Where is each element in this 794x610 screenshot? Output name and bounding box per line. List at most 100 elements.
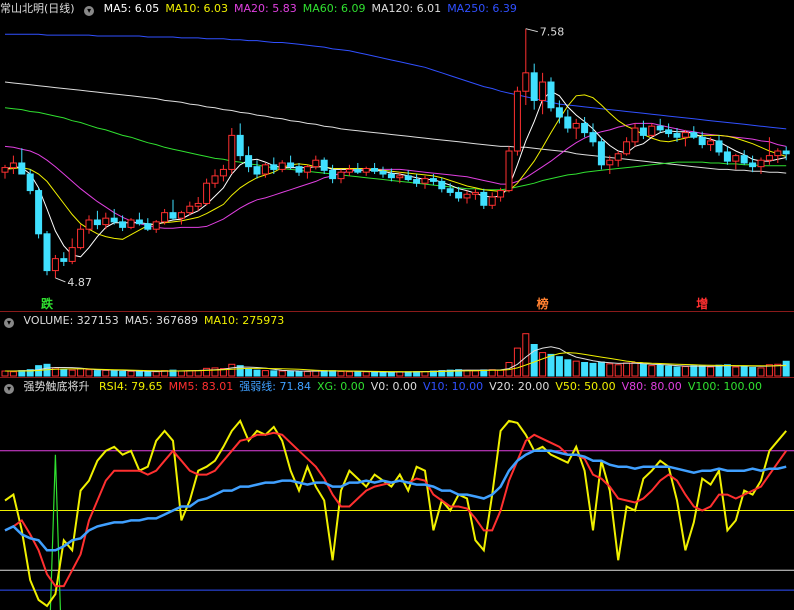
candle-body [774, 150, 782, 157]
low-price-label: 4.87 [67, 276, 92, 289]
volume-bar [623, 362, 631, 377]
candle-body [438, 180, 446, 190]
candle-body [169, 212, 177, 219]
candle-body [228, 134, 236, 170]
volume-header: ▾ VOLUME: 327153 MA5: 367689 MA10: 275973 [0, 313, 794, 329]
volume-bar [354, 371, 362, 377]
signal-marker: 增 [696, 296, 708, 311]
indicator-legend-item: V50: 50.00 [555, 380, 616, 393]
ma-line-ma20 [4, 122, 787, 229]
volume-bar [707, 366, 715, 377]
candle-body [480, 191, 488, 206]
candle-body [497, 190, 505, 198]
candle-body [135, 219, 143, 225]
candle-body [261, 164, 269, 175]
candle-body [597, 141, 605, 166]
candle-body [102, 217, 110, 226]
price-chart: 7.58 4.87 跌 榜 增 [1, 26, 790, 311]
volume-bar [673, 366, 681, 377]
candle-body [723, 151, 731, 162]
chevron-down-icon[interactable]: ▾ [84, 6, 95, 16]
volume-bar [119, 371, 127, 377]
candle-body [581, 122, 589, 134]
volume-bar [1, 370, 9, 377]
candle-body [631, 127, 639, 143]
candle-body [329, 169, 337, 180]
chevron-down-icon[interactable]: ▾ [4, 384, 14, 394]
volume-bar [85, 369, 93, 377]
chevron-down-icon[interactable]: ▾ [4, 318, 14, 328]
ma-legend-item: MA120: 6.01 [371, 2, 442, 15]
candle-body [354, 168, 362, 173]
ma-line-ma250 [5, 33, 787, 130]
candle-body [9, 162, 17, 169]
candle-body [287, 162, 295, 168]
volume-bar [581, 362, 589, 377]
volume-bar [152, 371, 160, 377]
volume-bar [387, 371, 395, 377]
mm5-line [4, 431, 788, 588]
candle-body [547, 81, 555, 109]
candle-body [749, 162, 757, 168]
candle-body [60, 258, 68, 262]
candle-body [665, 129, 673, 135]
candle-body [295, 166, 303, 173]
candle-body [43, 233, 51, 272]
price-header: 常山北明(日线) ▾ MA5: 6.05 MA10: 6.03 MA20: 5.83… [0, 1, 794, 17]
candle-body [572, 122, 580, 129]
candle-body [362, 167, 370, 173]
volume-bar [681, 366, 689, 377]
panel-separator [0, 377, 794, 378]
volume-bar [9, 371, 17, 377]
indicator-legend-item: V80: 80.00 [621, 380, 682, 393]
indicator-items: RSI4: 79.65 MM5: 83.01 强弱线: 71.84 XG: 0.00 V… [99, 380, 768, 393]
candle-body [278, 162, 286, 170]
candle-body [35, 190, 43, 235]
candle-body [18, 162, 26, 175]
candle-body [471, 191, 479, 195]
volume-bar [287, 370, 295, 377]
volume-bar [539, 352, 547, 377]
candle-body [110, 217, 118, 223]
signal-marker: 跌 [41, 296, 54, 311]
volume-bar [757, 367, 765, 377]
volume-bar [723, 364, 731, 377]
candle-body [782, 150, 790, 155]
volume-bar [194, 370, 202, 377]
ma-legend-item: MA5: 6.05 [103, 2, 160, 15]
volume-bar [186, 370, 194, 377]
candle-body [127, 219, 135, 228]
candle-body [690, 132, 698, 138]
candle-body [152, 221, 160, 230]
volume-bar [68, 369, 76, 377]
candle-body [51, 258, 59, 272]
ma-items: MA5: 6.05 MA10: 6.03 MA20: 5.83 MA60: 6.09 M… [104, 2, 523, 15]
candle-body [270, 164, 278, 170]
volume-bar [379, 371, 387, 377]
volume-bar [177, 370, 185, 377]
candle-body [522, 72, 530, 92]
candle-body [505, 150, 513, 192]
volume-bar [732, 366, 740, 377]
candle-body [639, 127, 647, 136]
candle-body [740, 155, 748, 164]
candle-body [446, 188, 454, 193]
volume-bar [597, 361, 605, 377]
candle-body [765, 155, 773, 161]
volume-bar [572, 360, 580, 377]
indicator-legend-item: 强弱线: 71.84 [239, 380, 311, 393]
candle-body [707, 140, 715, 146]
ma-legend-item: MA250: 6.39 [447, 2, 517, 15]
candle-body [513, 90, 521, 152]
candle-body [715, 140, 723, 153]
candle-body [203, 182, 211, 204]
candle-body [186, 205, 194, 214]
candle-body [26, 173, 34, 192]
candle-body [539, 81, 547, 101]
candle-body [303, 166, 311, 173]
candle-body [564, 116, 572, 129]
volume-bar [270, 370, 278, 377]
volume-legend-item: MA10: 275973 [203, 314, 285, 327]
volume-bar [690, 365, 698, 377]
candle-body [555, 107, 563, 118]
